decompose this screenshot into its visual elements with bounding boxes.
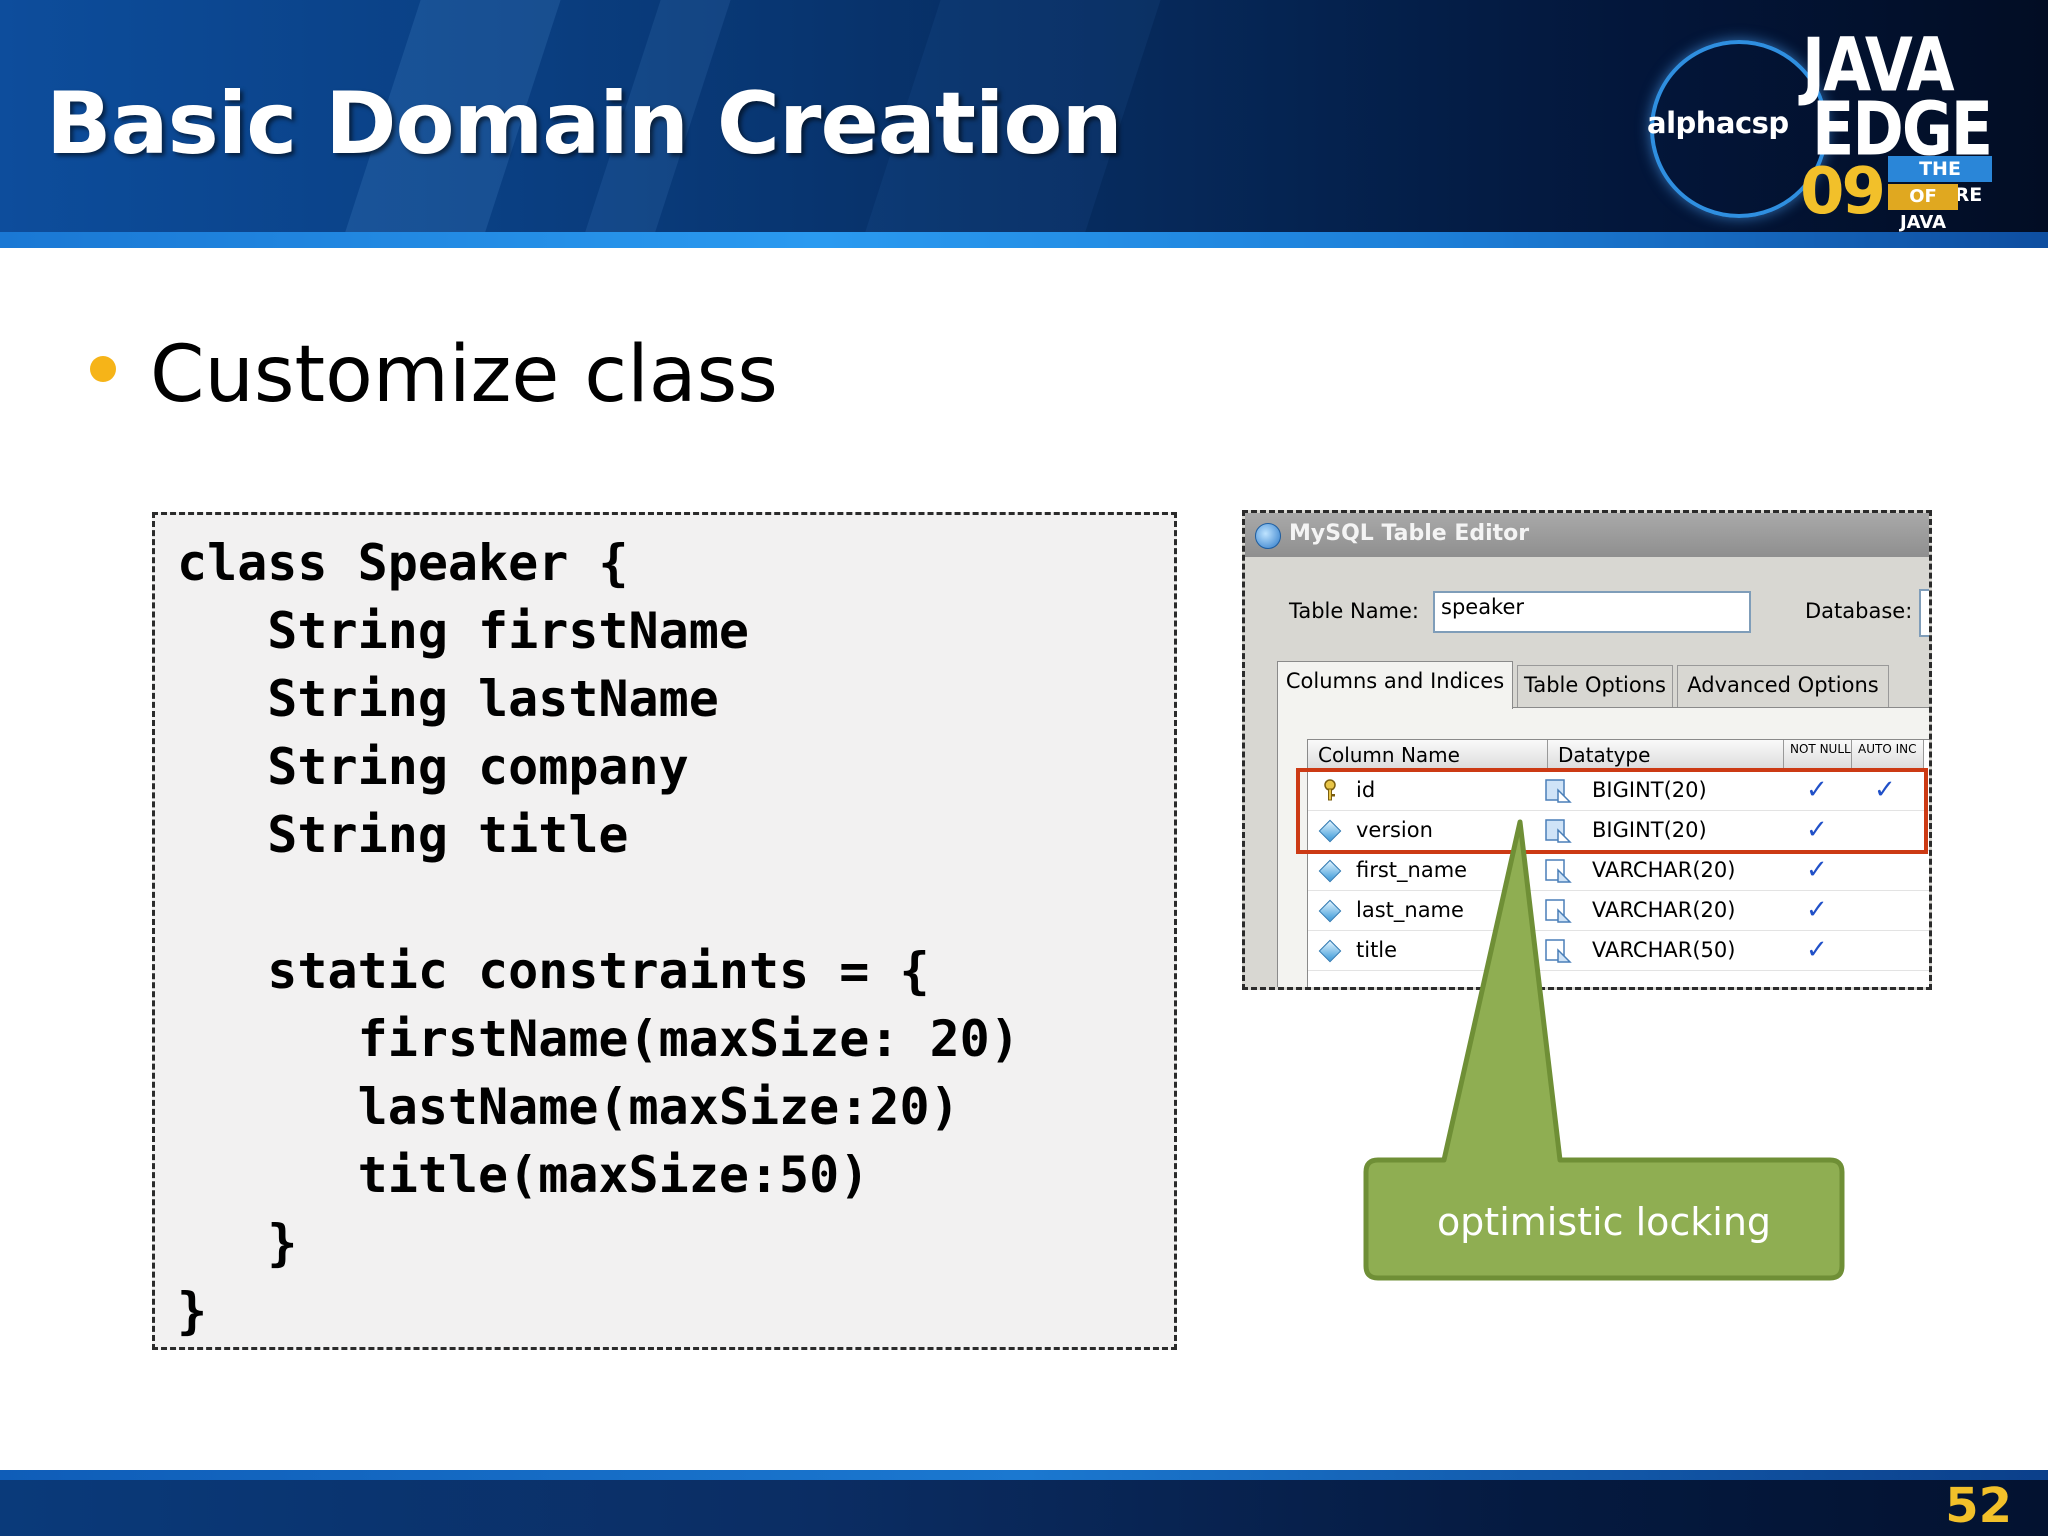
row-column-name: title [1356,938,1398,962]
bullet-text: Customize class [150,330,778,420]
column-diamond-icon [1318,899,1342,923]
not-null-check-icon[interactable]: ✓ [1806,892,1828,928]
row-datatype: VARCHAR(20) [1592,898,1736,922]
logo-brand: alphacsp [1647,106,1789,140]
bullet-dot-icon [90,356,116,382]
highlight-rectangle [1296,768,1928,854]
tab-columns-and-indices[interactable]: Columns and Indices [1277,661,1513,709]
page-number: 52 [1945,1478,2012,1534]
table-name-label: Table Name: [1289,599,1420,623]
column-header-datatype[interactable]: Datatype [1548,740,1784,770]
mysql-app-icon [1255,523,1281,549]
row-datatype: VARCHAR(20) [1592,858,1736,882]
database-label: Database: [1805,599,1913,623]
logo-year: 09 [1800,155,1886,229]
tab-advanced-options[interactable]: Advanced Options [1677,665,1889,707]
code-box: class Speaker { String firstName String … [152,512,1177,1350]
callout-text: optimistic locking [1436,1200,1772,1244]
code-listing: class Speaker { String firstName String … [177,534,1020,1340]
row-column-name: first_name [1356,858,1468,882]
column-header-name[interactable]: Column Name [1308,740,1548,770]
table-row[interactable]: title VARCHAR(50) ✓ [1308,930,1929,971]
datatype-icon [1545,859,1572,883]
header-banner: Basic Domain Creation alphacsp JAVA EDGE… [0,0,2048,248]
conference-logo: alphacsp JAVA EDGE 09 THE FUTURE OF JAVA [1640,20,2010,233]
editor-titlebar: MySQL Table Editor [1245,513,1929,557]
row-column-name: last_name [1356,898,1464,922]
slide-title: Basic Domain Creation [46,74,1123,174]
tab-table-options[interactable]: Table Options [1517,665,1673,707]
mysql-table-editor: MySQL Table Editor Table Name: speaker D… [1242,510,1932,990]
row-datatype: VARCHAR(50) [1592,938,1736,962]
editor-window-title: MySQL Table Editor [1289,521,1530,546]
column-diamond-icon [1318,939,1342,963]
logo-tagline1: THE FUTURE [1888,156,1992,206]
table-row[interactable]: last_name VARCHAR(20) ✓ [1308,890,1929,931]
database-field[interactable] [1919,589,1929,637]
logo-tagline2: OF JAVA [1888,184,1958,233]
datatype-icon [1545,939,1572,963]
table-name-input[interactable]: speaker [1433,591,1751,633]
footer-bar [0,1470,2048,1536]
column-header-auto-inc[interactable]: AUTO INC [1852,740,1924,770]
not-null-check-icon[interactable]: ✓ [1806,932,1828,968]
column-diamond-icon [1318,859,1342,883]
datatype-icon [1545,899,1572,923]
header-bottom-band [0,232,2048,248]
footer-band [0,1470,2048,1480]
column-header-not-null[interactable]: NOT NULL [1784,740,1852,770]
table-row[interactable]: first_name VARCHAR(20) ✓ [1308,850,1929,891]
not-null-check-icon[interactable]: ✓ [1806,852,1828,888]
